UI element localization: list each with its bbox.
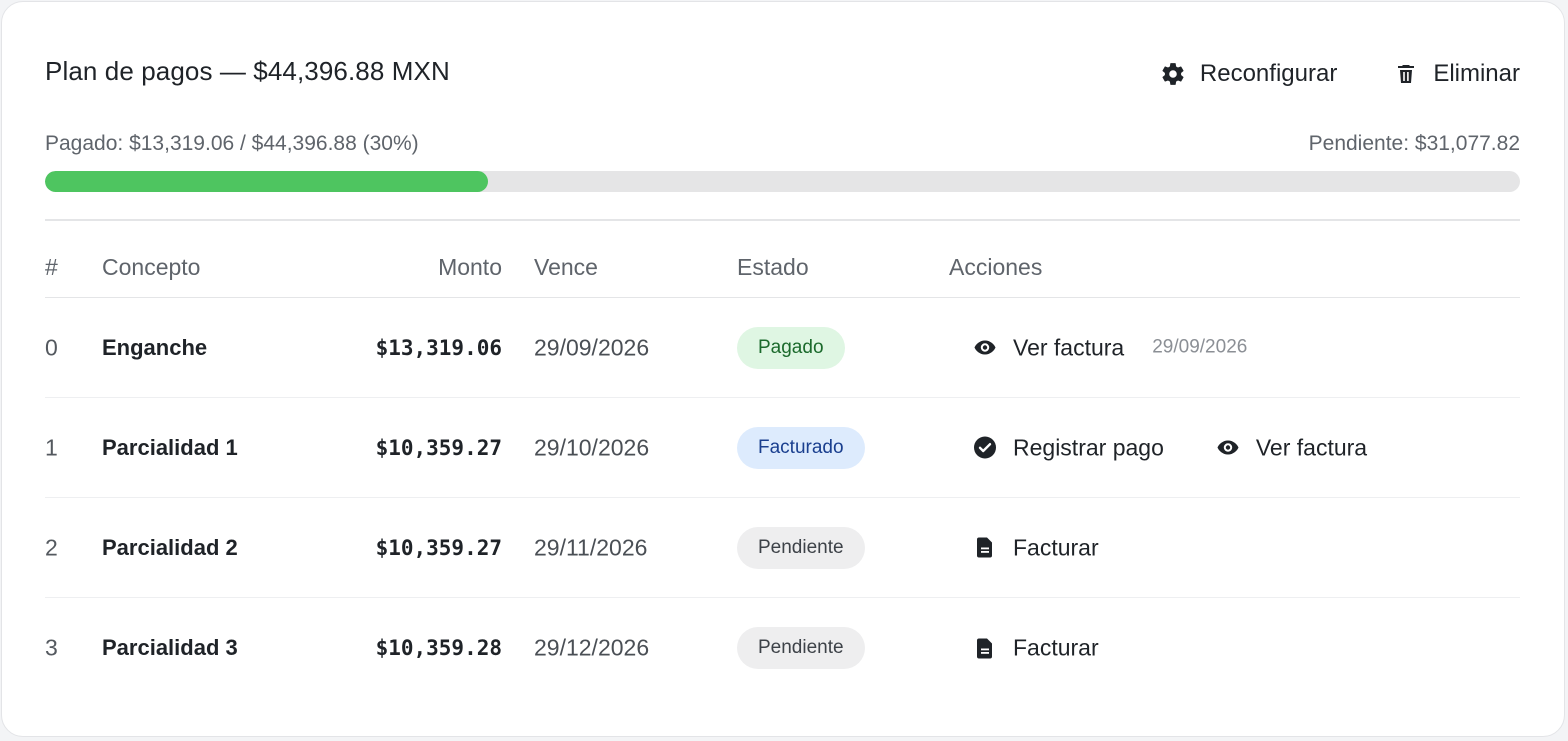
eye-icon	[1216, 436, 1240, 460]
eye-icon	[973, 336, 997, 360]
column-header-amount: Monto	[438, 254, 502, 280]
trash-icon	[1393, 61, 1419, 87]
row-actions: Ver factura 29/09/2026	[949, 334, 1247, 361]
register-payment-label: Registrar pago	[1013, 434, 1164, 460]
row-concept: Parcialidad 1	[102, 434, 238, 460]
row-status: Pagado	[737, 326, 845, 369]
invoice-label: Facturar	[1013, 534, 1099, 560]
row-due-date: 29/10/2026	[534, 434, 650, 460]
row-concept: Parcialidad 2	[102, 534, 238, 560]
table-row: 1 Parcialidad 1 $10,359.27 29/10/2026 Fa…	[45, 398, 1520, 498]
divider	[45, 219, 1520, 221]
table-row: 3 Parcialidad 3 $10,359.28 29/12/2026 Pe…	[45, 598, 1520, 698]
status-badge: Pendiente	[737, 627, 865, 669]
status-badge: Pendiente	[737, 526, 865, 569]
row-actions: Registrar pago Ver factura	[949, 434, 1367, 461]
status-badge: Facturado	[737, 426, 865, 469]
payment-progress-fill	[45, 171, 488, 192]
gear-icon	[1160, 61, 1186, 87]
header-actions: Reconfigurar Eliminar	[1160, 54, 1520, 94]
row-number: 1	[45, 434, 58, 460]
row-number: 0	[45, 334, 58, 360]
payment-progress-bar	[45, 171, 1520, 192]
column-header-concept: Concepto	[102, 254, 201, 280]
row-number: 3	[45, 634, 58, 661]
row-amount: $10,359.28	[375, 636, 502, 660]
file-icon	[973, 636, 997, 660]
table-row: 0 Enganche $13,319.06 29/09/2026 Pagado …	[45, 298, 1520, 398]
row-actions: Facturar	[949, 534, 1099, 561]
row-status: Pendiente	[737, 627, 865, 669]
row-due-date: 29/09/2026	[534, 334, 650, 360]
table-header: # Concepto Monto Vence Estado Acciones	[45, 238, 1520, 298]
row-amount: $13,319.06	[375, 335, 502, 360]
column-header-num: #	[45, 254, 58, 280]
card-header: Plan de pagos — $44,396.88 MXN Reconfigu…	[45, 54, 1520, 94]
row-amount: $10,359.27	[375, 535, 502, 560]
page-title: Plan de pagos — $44,396.88 MXN	[45, 56, 450, 86]
column-header-status: Estado	[737, 254, 809, 280]
row-status: Pendiente	[737, 526, 865, 569]
row-status: Facturado	[737, 426, 865, 469]
status-badge: Pagado	[737, 326, 845, 369]
delete-button[interactable]: Eliminar	[1393, 60, 1520, 88]
paid-summary: Pagado: $13,319.06 / $44,396.88 (30%)	[45, 132, 419, 155]
row-due-date: 29/11/2026	[534, 534, 648, 560]
check-circle-icon	[973, 436, 997, 460]
view-invoice-button[interactable]: Ver factura	[949, 334, 1124, 361]
invoice-button[interactable]: Facturar	[949, 534, 1099, 561]
delete-label: Eliminar	[1433, 60, 1520, 87]
view-invoice-button[interactable]: Ver factura	[1216, 434, 1367, 461]
view-invoice-label: Ver factura	[1255, 434, 1368, 460]
invoice-button[interactable]: Facturar	[949, 635, 1099, 662]
row-due-date: 29/12/2026	[534, 634, 650, 661]
file-icon	[973, 536, 997, 560]
row-actions: Facturar	[949, 635, 1099, 662]
pending-summary: Pendiente: $31,077.82	[1308, 132, 1520, 155]
reconfigure-button[interactable]: Reconfigurar	[1160, 60, 1337, 88]
row-concept: Parcialidad 3	[102, 635, 238, 660]
table-row: 2 Parcialidad 2 $10,359.27 29/11/2026 Pe…	[45, 498, 1520, 598]
invoice-label: Facturar	[1013, 634, 1099, 661]
register-payment-button[interactable]: Registrar pago	[949, 434, 1164, 461]
view-invoice-label: Ver factura	[1013, 334, 1125, 360]
progress-labels: Pagado: $13,319.06 / $44,396.88 (30%) Pe…	[45, 132, 1520, 160]
row-number: 2	[45, 534, 58, 560]
column-header-due: Vence	[534, 254, 598, 280]
installments-table: # Concepto Monto Vence Estado Acciones 0…	[45, 238, 1520, 698]
payment-plan-card: Plan de pagos — $44,396.88 MXN Reconfigu…	[1, 1, 1565, 737]
reconfigure-label: Reconfigurar	[1199, 60, 1338, 87]
row-amount: $10,359.27	[375, 435, 502, 460]
paid-date: 29/09/2026	[1152, 336, 1248, 358]
row-concept: Enganche	[102, 334, 208, 360]
column-header-actions: Acciones	[949, 254, 1043, 280]
